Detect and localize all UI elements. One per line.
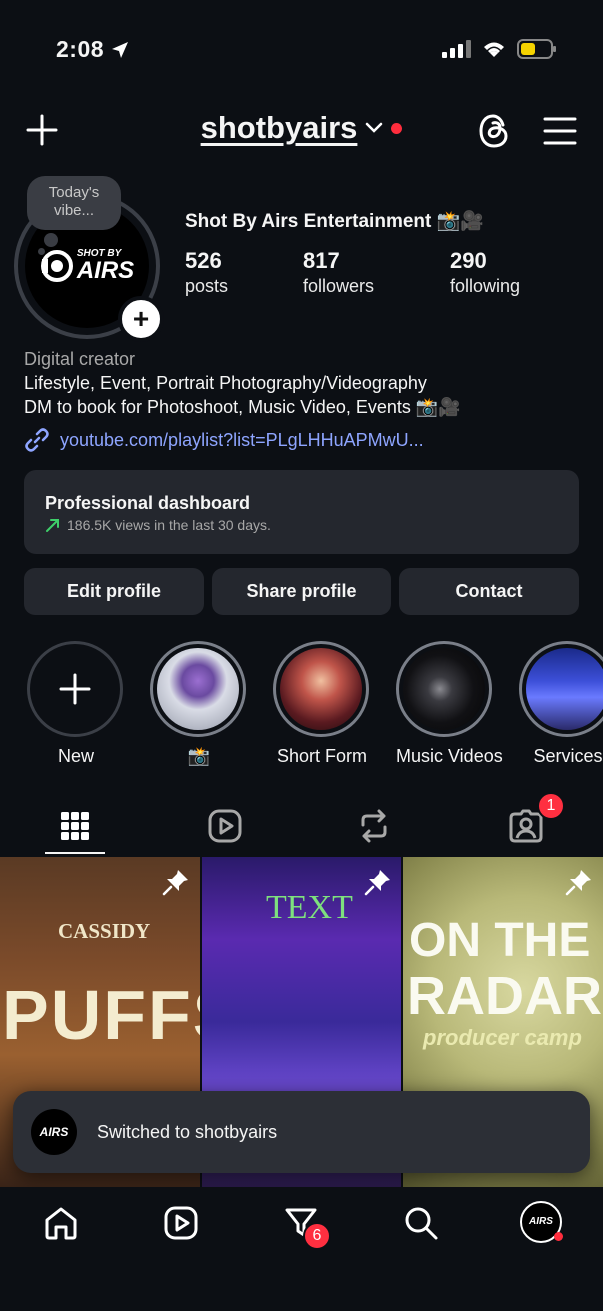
activity-badge: 6: [303, 1222, 331, 1250]
username: shotbyairs: [200, 110, 358, 145]
bio-category: Digital creator: [24, 349, 136, 369]
menu-button[interactable]: [543, 116, 577, 146]
wifi-icon: [484, 42, 504, 57]
tab-grid[interactable]: [45, 800, 105, 852]
nav-reels[interactable]: [158, 1200, 204, 1246]
note-bubble-tail: [44, 233, 58, 247]
post-title-small: ON THE: [409, 914, 591, 967]
highlight-new[interactable]: New: [27, 641, 125, 767]
highlight-camera[interactable]: 📸: [150, 641, 248, 767]
stat-value: 290: [450, 248, 487, 273]
nav-search[interactable]: [398, 1200, 444, 1246]
tab-reposts[interactable]: [344, 800, 404, 852]
add-story-button[interactable]: +: [118, 296, 164, 342]
highlight-label: 📸: [187, 746, 211, 766]
search-icon: [405, 1207, 438, 1240]
stat-value: 526: [185, 248, 222, 273]
toast-avatar: AIRS: [31, 1109, 77, 1155]
highlight-label: Music Videos: [396, 746, 503, 766]
bio-line: Lifestyle, Event, Portrait Photography/V…: [24, 373, 427, 393]
display-name: Shot By Airs Entertainment 📸🎥: [185, 211, 484, 232]
tab-reels[interactable]: [195, 800, 255, 852]
threads-icon: [479, 114, 508, 148]
highlight-label: Short Form: [276, 746, 368, 766]
notification-dot: [554, 1232, 563, 1241]
toast-notification[interactable]: AIRS Switched to shotbyairs: [13, 1091, 590, 1173]
tab-active-indicator: [45, 852, 105, 854]
status-icons: [441, 38, 557, 60]
highlight-services[interactable]: Services: [519, 641, 603, 767]
contact-button[interactable]: Contact: [399, 568, 579, 615]
bio-link[interactable]: youtube.com/playlist?list=PLgLHHuAPMwU..…: [24, 427, 424, 453]
highlight-cover: [526, 648, 603, 730]
avatar-logo-main: AIRS: [76, 257, 135, 284]
highlight-music-videos[interactable]: Music Videos: [396, 641, 503, 767]
location-arrow-icon: [112, 41, 129, 58]
toast-avatar-logo: AIRS: [39, 1125, 69, 1139]
toast-text: Switched to shotbyairs: [97, 1121, 278, 1142]
highlight-label: Services: [533, 746, 603, 766]
dashboard-subtitle: 186.5K views in the last 30 days.: [67, 517, 271, 533]
post-title-small: CASSIDY: [58, 919, 151, 943]
stat-following[interactable]: 290 following: [450, 248, 520, 297]
home-icon: [45, 1207, 77, 1240]
edit-profile-button[interactable]: Edit profile: [24, 568, 204, 615]
nav-home[interactable]: [38, 1200, 84, 1246]
note-bubble-tail: [38, 248, 45, 255]
share-profile-button[interactable]: Share profile: [212, 568, 391, 615]
professional-dashboard[interactable]: Professional dashboard 186.5K views in t…: [24, 470, 579, 554]
stat-posts[interactable]: 526 posts: [185, 248, 228, 297]
cellular-signal-icon: [442, 40, 471, 58]
highlight-short-form[interactable]: Short Form: [273, 641, 371, 767]
post-title-small: TEXT: [266, 889, 353, 926]
pin-icon: [162, 870, 188, 896]
stat-followers[interactable]: 817 followers: [303, 248, 374, 297]
stat-label: followers: [303, 276, 375, 296]
account-switcher[interactable]: shotbyairs: [0, 110, 603, 146]
camera-logo-icon: [40, 250, 73, 282]
grid-icon: [61, 812, 89, 840]
pin-icon: [364, 870, 390, 896]
post-title-big: RADAR: [407, 966, 602, 1026]
post-subtitle: producer camp: [423, 1025, 582, 1050]
chevron-down-icon: [366, 122, 383, 133]
highlight-cover: [403, 648, 485, 730]
dashboard-title: Professional dashboard: [45, 493, 251, 513]
bio-link-text: youtube.com/playlist?list=PLgLHHuAPMwU..…: [60, 429, 424, 450]
plus-icon: [59, 673, 91, 705]
highlight-cover: [157, 648, 239, 730]
highlight-cover: [280, 648, 362, 730]
stat-value: 817: [303, 248, 340, 273]
stat-label: following: [450, 276, 521, 296]
stat-label: posts: [185, 276, 229, 296]
pin-icon: [565, 870, 591, 896]
bio-line: DM to book for Photoshoot, Music Video, …: [24, 397, 461, 417]
threads-button[interactable]: [476, 112, 512, 150]
link-icon: [25, 428, 49, 452]
notification-dot: [391, 122, 403, 134]
trending-up-arrow-icon: [46, 519, 59, 532]
repost-icon: [361, 809, 387, 843]
nav-profile-logo: AIRS: [529, 1216, 553, 1227]
post-title-big: PUFFS: [2, 976, 200, 1054]
reels-icon: [208, 809, 242, 843]
note-bubble[interactable]: Today's vibe...: [27, 176, 121, 230]
hamburger-menu-icon: [543, 117, 577, 145]
battery-icon: [517, 39, 556, 59]
highlight-label: New: [57, 746, 94, 766]
reels-icon: [164, 1206, 198, 1240]
status-time: 2:08: [56, 36, 130, 63]
tagged-badge: 1: [537, 792, 565, 820]
